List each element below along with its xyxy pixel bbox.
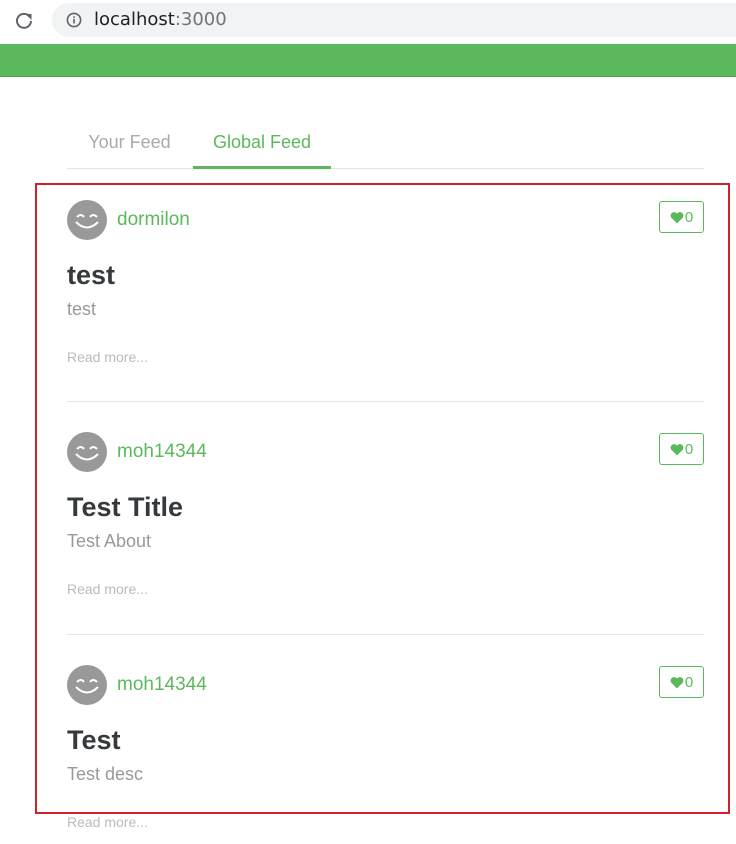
info-icon[interactable] [66,12,82,28]
article-description: test [67,299,97,319]
article-description: Test desc [67,764,144,784]
article-preview: moh14344 0 Test Test desc Read more... [67,665,704,844]
heart-icon [670,211,684,223]
read-more-link[interactable]: Read more... [67,348,148,366]
smiley-avatar-icon[interactable] [67,200,107,240]
heart-icon [670,443,684,455]
read-more-link[interactable]: Read more... [67,580,148,598]
address-bar-url: localhost:3000 [94,10,227,30]
article-description: Test About [67,531,152,551]
feed-tabs: Your Feed Global Feed [67,120,704,169]
url-host: localhost [94,9,175,30]
article-title[interactable]: test [67,259,115,291]
favorite-button[interactable]: 0 [659,433,704,465]
article-preview: dormilon 0 test test Read more... [67,200,704,402]
reload-icon[interactable] [12,9,36,33]
smiley-avatar-icon[interactable] [67,665,107,705]
url-port: :3000 [174,9,227,30]
heart-icon [670,676,684,688]
favorite-count: 0 [684,440,694,458]
address-bar[interactable]: localhost:3000 [52,3,736,37]
author-link[interactable]: moh14344 [117,440,207,464]
smiley-avatar-icon[interactable] [67,432,107,472]
favorite-count: 0 [684,208,694,226]
tab-global-feed[interactable]: Global Feed [193,120,331,169]
article-preview: moh14344 0 Test Title Test About Read mo… [67,432,704,635]
app-banner [0,44,736,77]
browser-toolbar: localhost:3000 [0,0,736,44]
author-link[interactable]: dormilon [117,208,190,232]
article-title[interactable]: Test Title [67,491,183,523]
favorite-button[interactable]: 0 [659,201,704,233]
author-link[interactable]: moh14344 [117,673,207,697]
read-more-link[interactable]: Read more... [67,813,148,831]
favorite-count: 0 [684,673,694,691]
article-title[interactable]: Test [67,724,121,756]
tab-your-feed[interactable]: Your Feed [67,120,192,169]
favorite-button[interactable]: 0 [659,666,704,698]
